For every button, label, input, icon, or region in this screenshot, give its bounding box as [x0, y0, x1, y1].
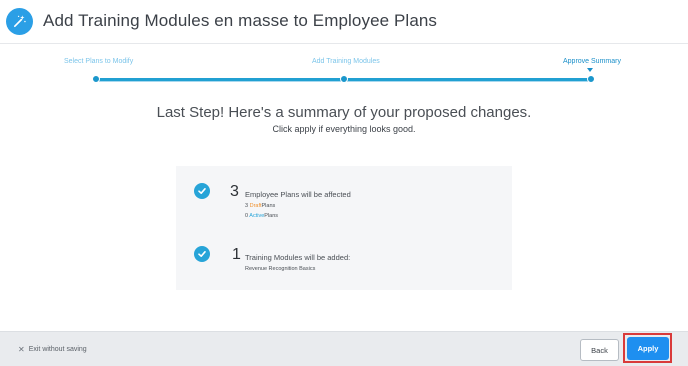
step-select-plans[interactable]: Select Plans to Modify — [64, 58, 133, 65]
magic-wand-icon — [6, 8, 33, 35]
active-count: 0 — [245, 213, 249, 219]
active-suffix: Plans — [264, 213, 279, 219]
step-dot-3[interactable] — [587, 75, 595, 83]
step-approve-summary[interactable]: Approve Summary — [563, 58, 621, 65]
active-plans-line: 0 ActivePlans — [245, 213, 278, 219]
draft-plans-line: 3 DraftPlans — [245, 203, 275, 209]
summary-card: 3 Employee Plans will be affected 3 Draf… — [176, 166, 512, 290]
exit-label: Exit without saving — [28, 346, 87, 353]
draft-suffix: Plans — [261, 203, 276, 209]
active-step-indicator-icon — [587, 68, 593, 72]
back-button[interactable]: Back — [580, 339, 619, 361]
summary-subheading: Click apply if everything looks good. — [272, 124, 416, 134]
draft-label: Draft — [249, 203, 262, 209]
step-dot-1[interactable] — [92, 75, 100, 83]
modules-count: 1 — [232, 246, 241, 263]
header: Add Training Modules en masse to Employe… — [0, 0, 688, 44]
footer-bar: ✕ Exit without saving Back Apply — [0, 331, 688, 366]
check-circle-icon — [194, 246, 210, 262]
exit-without-saving-link[interactable]: ✕ Exit without saving — [18, 345, 87, 354]
apply-button[interactable]: Apply — [627, 337, 669, 360]
progress-stepper: Select Plans to Modify Add Training Modu… — [0, 55, 688, 95]
check-circle-icon — [194, 183, 210, 199]
close-icon: ✕ — [18, 345, 25, 354]
step-add-modules[interactable]: Add Training Modules — [312, 58, 380, 65]
plans-affected-label: Employee Plans will be affected — [245, 190, 351, 199]
draft-count: 3 — [245, 203, 249, 209]
page-title: Add Training Modules en masse to Employe… — [43, 11, 438, 30]
module-item: Revenue Recognition Basics — [245, 266, 316, 272]
plans-count: 3 — [230, 183, 239, 200]
step-dot-2[interactable] — [340, 75, 348, 83]
summary-heading: Last Step! Here's a summary of your prop… — [156, 104, 532, 121]
active-label: Active — [249, 213, 265, 219]
modules-added-label: Training Modules will be added: — [245, 253, 351, 262]
